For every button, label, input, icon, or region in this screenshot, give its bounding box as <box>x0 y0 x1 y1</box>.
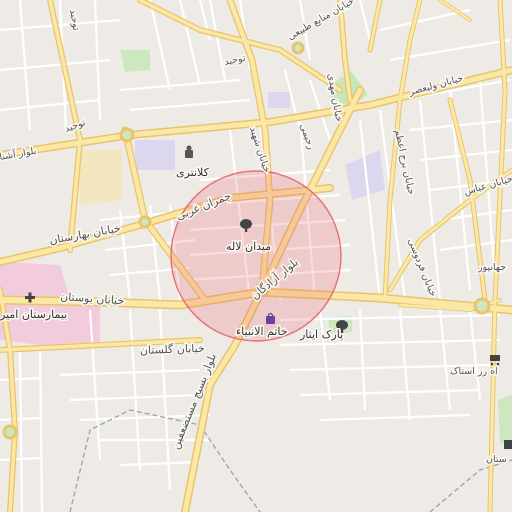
commercial-area <box>78 150 122 205</box>
institution-area <box>135 140 175 170</box>
label-kalantari: کلانتری <box>176 166 210 179</box>
label-park-isar: پارک ایثار <box>299 328 343 341</box>
label-khatam-anbia: خاتم الانبیاء <box>236 325 288 338</box>
highlight-circle <box>170 170 342 342</box>
label-meydan-laleh: میدان لاله <box>226 240 271 253</box>
label-khiaban-golestan: خیابان گلستان <box>140 342 205 357</box>
institution-area <box>268 92 290 108</box>
green-area <box>498 395 512 444</box>
map-view[interactable]: میدان لاله کلانتری خاتم الانبیاء پارک ای… <box>0 0 512 512</box>
building-icon[interactable] <box>504 440 512 449</box>
label-bimarestan-amir: بیمارستان امیر <box>0 308 67 321</box>
label-rooz-estak: اه رز استاک <box>450 366 498 377</box>
label-stan: ستان <box>486 454 507 465</box>
map-canvas[interactable]: میدان لاله کلانتری خاتم الانبیاء پارک ای… <box>0 0 512 512</box>
label-jahanpur: جهانپور <box>477 262 506 273</box>
green-area <box>120 50 150 72</box>
